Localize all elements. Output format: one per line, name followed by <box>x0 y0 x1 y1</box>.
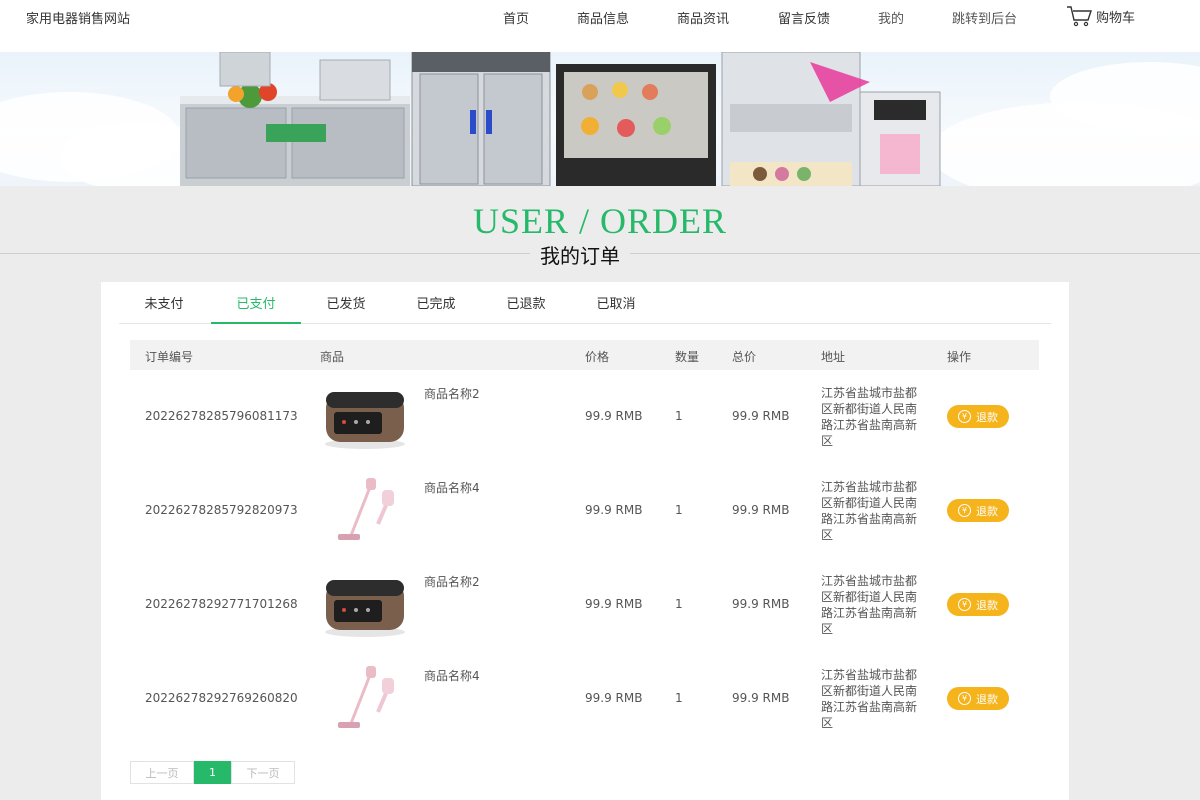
address: 江苏省盐城市盐都区新都街道人民南路江苏省盐南高新区 <box>821 480 918 542</box>
table-row: 20226278292771701268 商品名称2 99.9 RMB 1 99… <box>130 558 1039 652</box>
total-price: 99.9 RMB <box>732 503 790 517</box>
nav-news[interactable]: 商品资讯 <box>677 8 729 27</box>
refund-label: 退款 <box>976 692 998 706</box>
refund-button[interactable]: ¥ 退款 <box>947 499 1009 522</box>
col-total: 总价 <box>732 350 757 364</box>
pagination: 上一页 1 下一页 <box>130 761 295 784</box>
order-number: 20226278292769260820 <box>145 691 298 705</box>
yen-icon: ¥ <box>958 504 971 517</box>
col-order-no: 订单编号 <box>145 350 194 364</box>
price: 99.9 RMB <box>585 503 643 517</box>
quantity: 1 <box>675 409 683 423</box>
price: 99.9 RMB <box>585 409 643 423</box>
shopping-cart-icon <box>1067 6 1092 27</box>
hero-banner <box>0 52 1200 186</box>
price: 99.9 RMB <box>585 691 643 705</box>
yen-icon: ¥ <box>958 598 971 611</box>
product-name[interactable]: 商品名称4 <box>424 479 480 496</box>
top-header: 家用电器销售网站 首页 商品信息 商品资讯 留言反馈 我的 跳转到后台 购物车 <box>0 0 1200 52</box>
refund-button[interactable]: ¥ 退款 <box>947 405 1009 428</box>
vacuum-cleaner-image[interactable] <box>320 476 410 546</box>
cart-link[interactable]: 购物车 <box>1066 5 1135 27</box>
nav-home[interactable]: 首页 <box>503 8 529 27</box>
rice-cooker-image[interactable] <box>320 570 410 640</box>
table-header: 订单编号 商品 价格 数量 总价 地址 操作 <box>130 340 1039 370</box>
col-product: 商品 <box>320 350 345 364</box>
col-address: 地址 <box>821 350 846 364</box>
address: 江苏省盐城市盐都区新都街道人民南路江苏省盐南高新区 <box>821 668 918 730</box>
table-row: 20226278285796081173 商品名称2 99.9 RMB 1 99… <box>130 370 1039 464</box>
order-number: 20226278285796081173 <box>145 409 298 423</box>
order-panel: 未支付 已支付 已发货 已完成 已退款 已取消 订单编号 商品 价格 数量 总价… <box>101 282 1069 800</box>
nav-feedback[interactable]: 留言反馈 <box>778 8 830 27</box>
nav-products[interactable]: 商品信息 <box>577 8 629 27</box>
address: 江苏省盐城市盐都区新都街道人民南路江苏省盐南高新区 <box>821 574 918 636</box>
refund-button[interactable]: ¥ 退款 <box>947 687 1009 710</box>
table-row: 20226278292769260820 商品名称4 99.9 RMB 1 99… <box>130 652 1039 746</box>
order-number: 20226278292771701268 <box>145 597 298 611</box>
tab-completed[interactable]: 已完成 <box>391 282 481 324</box>
yen-icon: ¥ <box>958 410 971 423</box>
tab-cancelled[interactable]: 已取消 <box>571 282 661 324</box>
refund-button[interactable]: ¥ 退款 <box>947 593 1009 616</box>
nav-admin[interactable]: 跳转到后台 <box>952 8 1017 27</box>
order-status-tabs: 未支付 已支付 已发货 已完成 已退款 已取消 <box>119 282 1051 324</box>
col-action: 操作 <box>947 350 972 364</box>
col-price: 价格 <box>585 350 610 364</box>
cart-label: 购物车 <box>1096 11 1136 26</box>
tab-paid[interactable]: 已支付 <box>211 282 301 324</box>
address: 江苏省盐城市盐都区新都街道人民南路江苏省盐南高新区 <box>821 386 918 448</box>
vacuum-cleaner-image[interactable] <box>320 664 410 734</box>
page-title-en: USER / ORDER <box>472 201 728 241</box>
next-page-button[interactable]: 下一页 <box>231 761 295 784</box>
prev-page-button[interactable]: 上一页 <box>130 761 194 784</box>
yen-icon: ¥ <box>958 692 971 705</box>
main-nav: 首页 商品信息 商品资讯 留言反馈 我的 跳转到后台 <box>0 0 1200 34</box>
refund-label: 退款 <box>976 504 998 518</box>
nav-mine[interactable]: 我的 <box>878 8 904 27</box>
refund-label: 退款 <box>976 598 998 612</box>
total-price: 99.9 RMB <box>732 691 790 705</box>
current-page-button[interactable]: 1 <box>194 761 231 784</box>
quantity: 1 <box>675 597 683 611</box>
banner-appliances-image <box>180 52 941 186</box>
product-name[interactable]: 商品名称2 <box>424 385 480 402</box>
quantity: 1 <box>675 691 683 705</box>
rice-cooker-image[interactable] <box>320 382 410 452</box>
order-table: 订单编号 商品 价格 数量 总价 地址 操作 20226278285796081… <box>130 340 1039 746</box>
product-name[interactable]: 商品名称2 <box>424 573 480 590</box>
table-row: 20226278285792820973 商品名称4 99.9 RMB 1 99… <box>130 464 1039 558</box>
order-number: 20226278285792820973 <box>145 503 298 517</box>
col-qty: 数量 <box>675 350 700 364</box>
tab-shipped[interactable]: 已发货 <box>301 282 391 324</box>
total-price: 99.9 RMB <box>732 409 790 423</box>
quantity: 1 <box>675 503 683 517</box>
page-title: 我的订单 <box>530 240 630 269</box>
price: 99.9 RMB <box>585 597 643 611</box>
refund-label: 退款 <box>976 410 998 424</box>
tab-unpaid[interactable]: 未支付 <box>119 282 209 324</box>
product-name[interactable]: 商品名称4 <box>424 667 480 684</box>
total-price: 99.9 RMB <box>732 597 790 611</box>
tab-refunded[interactable]: 已退款 <box>481 282 571 324</box>
